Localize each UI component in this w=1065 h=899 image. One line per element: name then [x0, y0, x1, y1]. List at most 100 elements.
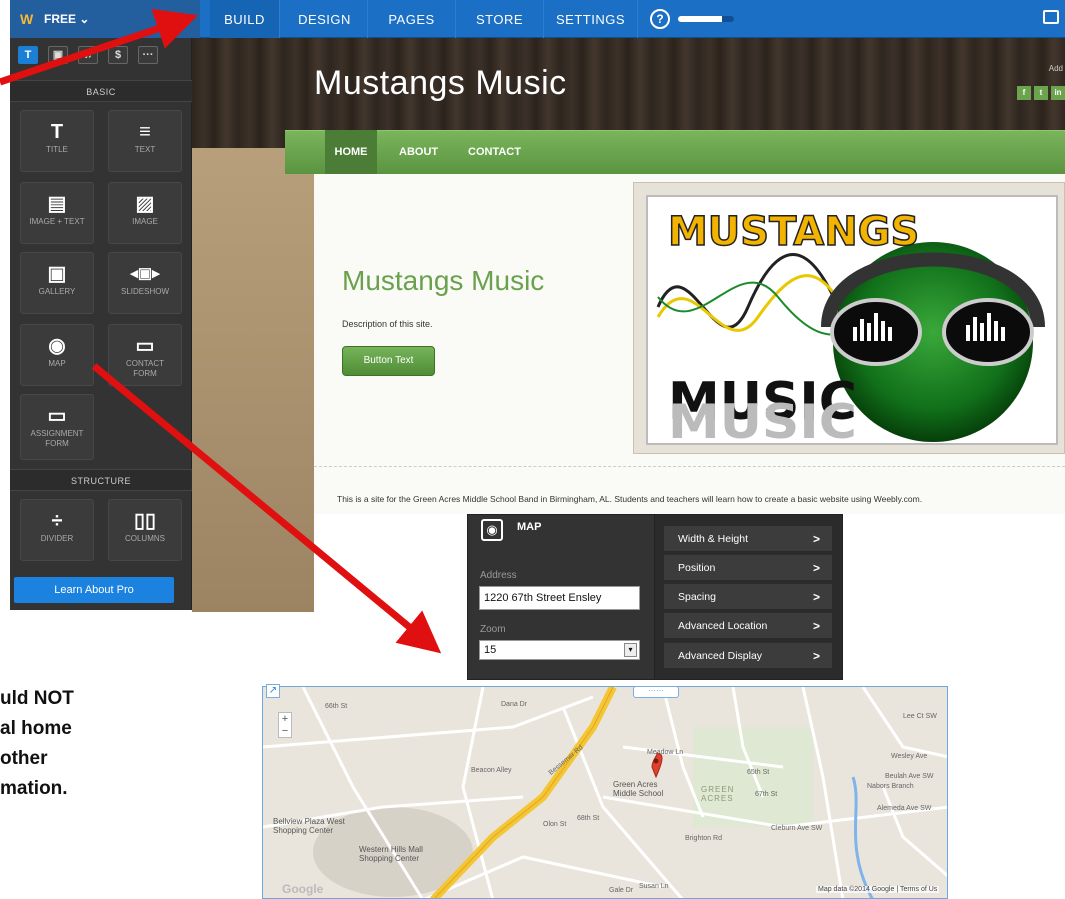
element-image[interactable]: ▨ IMAGE	[108, 182, 182, 244]
more-category-icon[interactable]: ···	[138, 46, 158, 64]
road-wesley: Wesley Ave	[891, 753, 928, 760]
image-icon: ▨	[135, 193, 155, 215]
road-beacon-alley: Beacon Alley	[471, 767, 512, 774]
note-line: al home	[0, 718, 72, 739]
setup-progress-bar	[678, 16, 734, 22]
element-label: TITLE	[46, 145, 68, 154]
address-label: Address	[480, 570, 517, 581]
logo-music-reflection: MUSIC	[668, 395, 857, 445]
menu-label: Position	[678, 562, 716, 574]
learn-about-pro-button[interactable]: Learn About Pro	[14, 577, 174, 603]
element-label: CONTACT FORM	[125, 359, 165, 378]
embedded-map[interactable]: Bellview Plaza West Shopping Center West…	[262, 686, 948, 899]
element-divider[interactable]: ÷ DIVIDER	[20, 499, 94, 561]
element-label: ASSIGNMENT FORM	[30, 429, 84, 448]
menu-label: Advanced Location	[678, 620, 768, 632]
element-map[interactable]: ◉ MAP	[20, 324, 94, 386]
site-heading[interactable]: Mustangs Music	[342, 265, 544, 297]
menu-spacing[interactable]: Spacing >	[664, 584, 832, 610]
element-title[interactable]: T TITLE	[20, 110, 94, 172]
site-nav-home[interactable]: HOME	[325, 130, 377, 174]
element-gallery[interactable]: ▣ GALLERY	[20, 252, 94, 314]
header-add-link[interactable]: Add	[1049, 64, 1063, 73]
columns-icon: ▯▯	[133, 510, 156, 532]
map-label-green-acres-school: Green Acres Middle School	[613, 780, 664, 798]
road-meadow: Meadow Ln	[647, 749, 684, 756]
facebook-icon[interactable]: f	[1017, 86, 1031, 100]
site-footer-text[interactable]: This is a site for the Green Acres Middl…	[337, 494, 922, 504]
element-contact-form[interactable]: ▭ CONTACT FORM	[108, 324, 182, 386]
chevron-right-icon: >	[812, 590, 820, 604]
twitter-icon[interactable]: t	[1034, 86, 1048, 100]
help-icon[interactable]: ?	[650, 9, 670, 29]
site-description[interactable]: Description of this site.	[342, 319, 433, 329]
map-zoom-control[interactable]: + −	[278, 712, 292, 738]
map-panel-title: MAP	[517, 521, 542, 533]
media-category-icon[interactable]: ▣	[48, 46, 68, 64]
zoom-label: Zoom	[480, 624, 506, 635]
chevron-right-icon: >	[812, 532, 820, 546]
gallery-icon: ▣	[47, 263, 67, 285]
title-icon: T	[50, 121, 64, 143]
site-button[interactable]: Button Text	[342, 346, 435, 376]
note-line: uld NOT	[0, 688, 74, 709]
elements-sidebar: T ▣ ♫ $ ··· BASIC T TITLE ≡ TEXT ▤ IMAGE…	[10, 38, 192, 610]
road-dana: Dana Dr	[501, 701, 528, 708]
map-roads	[263, 687, 947, 898]
desktop-preview-icon[interactable]	[1043, 10, 1059, 24]
tab-build[interactable]: BUILD	[210, 0, 280, 38]
music-category-icon[interactable]: ♫	[78, 46, 98, 64]
element-image-text[interactable]: ▤ IMAGE + TEXT	[20, 182, 94, 244]
image-text-icon: ▤	[47, 193, 67, 215]
note-line: mation.	[0, 778, 68, 799]
menu-advanced-location[interactable]: Advanced Location >	[664, 613, 832, 639]
map-pin-icon: ◉	[481, 519, 503, 541]
plan-label: FREE ⌄	[44, 12, 90, 26]
form-icon: ▭	[135, 335, 155, 357]
element-assignment-form[interactable]: ▭ ASSIGNMENT FORM	[20, 394, 94, 460]
text-category-icon[interactable]: T	[18, 46, 38, 64]
road-66th: 66th St	[325, 703, 348, 710]
site-nav-about[interactable]: ABOUT	[399, 130, 438, 174]
element-label: TEXT	[134, 145, 156, 154]
road-susan: Susan Ln	[639, 883, 669, 890]
menu-position[interactable]: Position >	[664, 555, 832, 581]
linkedin-icon[interactable]: in	[1051, 86, 1065, 100]
form-icon: ▭	[47, 405, 67, 427]
chevron-right-icon: >	[812, 649, 820, 663]
map-pin-icon: ◉	[48, 335, 66, 357]
map-credit[interactable]: Map data ©2014 Google | Terms of Us	[816, 886, 940, 893]
commerce-category-icon[interactable]: $	[108, 46, 128, 64]
element-text[interactable]: ≡ TEXT	[108, 110, 182, 172]
element-label: IMAGE	[132, 217, 158, 226]
element-slideshow[interactable]: ◂▣▸ SLIDESHOW	[108, 252, 182, 314]
menu-advanced-display[interactable]: Advanced Display >	[664, 643, 832, 669]
road-cleburn: Cleburn Ave SW	[771, 825, 823, 832]
tab-settings[interactable]: SETTINGS	[544, 0, 638, 38]
map-resize-handle[interactable]: ⋯⋯	[633, 686, 679, 698]
dropdown-arrow-icon[interactable]: ▾	[624, 643, 637, 657]
slideshow-icon: ◂▣▸	[130, 265, 160, 282]
map-label-green-acres: GREEN ACRES	[701, 785, 735, 803]
section-divider	[314, 466, 1065, 467]
tab-store[interactable]: STORE	[456, 0, 544, 38]
element-label: MAP	[48, 359, 66, 368]
chevron-right-icon: >	[812, 561, 820, 575]
tab-design[interactable]: DESIGN	[282, 0, 368, 38]
address-input[interactable]	[479, 586, 640, 610]
map-move-arrow-icon[interactable]: ↗	[266, 684, 280, 698]
progress-fill	[678, 16, 722, 22]
element-columns[interactable]: ▯▯ COLUMNS	[108, 499, 182, 561]
mustangs-music-logo[interactable]: MUSTANGS MUSIC MUSIC	[646, 195, 1058, 445]
plan-dropdown[interactable]: W FREE ⌄	[10, 0, 200, 38]
note-line: other	[0, 748, 48, 769]
menu-width-height[interactable]: Width & Height >	[664, 526, 832, 552]
site-title[interactable]: Mustangs Music	[314, 64, 567, 103]
road-alemeda: Alemeda Ave SW	[877, 805, 932, 812]
tab-pages[interactable]: PAGES	[368, 0, 456, 38]
zoom-select[interactable]: 15 ▾	[479, 640, 640, 660]
element-label: GALLERY	[38, 287, 76, 296]
page-background-texture	[192, 148, 314, 612]
site-nav-contact[interactable]: CONTACT	[468, 130, 521, 174]
menu-label: Width & Height	[678, 533, 749, 545]
